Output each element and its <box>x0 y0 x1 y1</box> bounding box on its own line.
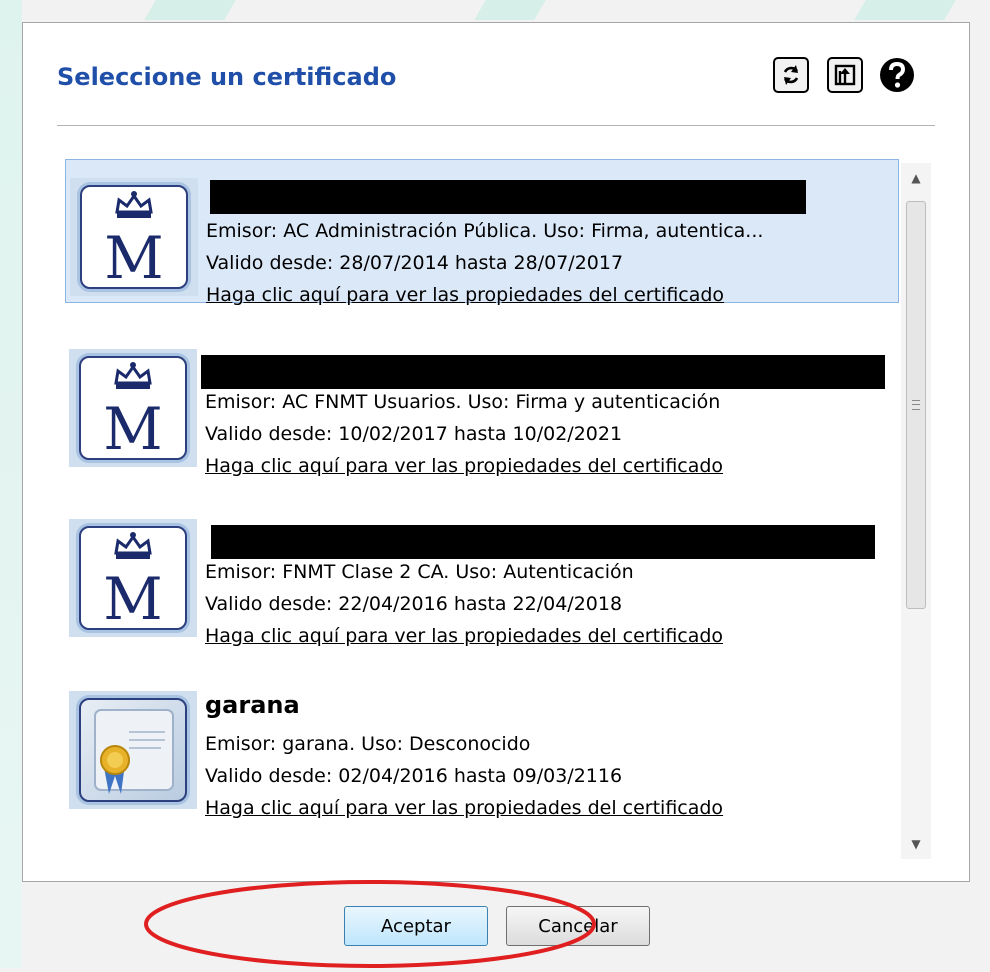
certificate-item[interactable]: garana Emisor: garana. Uso: Desconocido … <box>65 673 899 819</box>
background-shape <box>144 0 236 20</box>
certificate-validity: Valido desde: 10/02/2017 hasta 10/02/202… <box>205 423 623 445</box>
export-button[interactable] <box>827 57 863 93</box>
svg-text:M: M <box>104 224 163 284</box>
certificate-seal-icon <box>69 691 197 809</box>
dialog-title: Seleccione un certificado <box>57 63 397 91</box>
background-shape <box>854 0 956 20</box>
certificate-issuer-usage: Emisor: AC FNMT Usuarios. Uso: Firma y a… <box>205 391 721 413</box>
redacted-name <box>211 525 875 559</box>
certificate-properties-link[interactable]: Haga clic aquí para ver las propiedades … <box>205 455 723 477</box>
scrollbar-thumb[interactable] <box>906 201 926 609</box>
svg-text:M: M <box>103 565 162 625</box>
svg-text:M: M <box>103 395 162 455</box>
refresh-icon <box>783 65 799 85</box>
certificate-validity: Valido desde: 02/04/2016 hasta 09/03/211… <box>205 765 623 787</box>
certificate-list[interactable]: M Emisor: AC Administración Pública. Uso… <box>57 159 937 859</box>
scroll-down-arrow-icon[interactable]: ▼ <box>901 829 931 859</box>
certificate-item[interactable]: M Emisor: AC Administración Pública. Uso… <box>65 159 899 306</box>
certificate-issuer-usage: Emisor: FNMT Clase 2 CA. Uso: Autenticac… <box>205 561 634 583</box>
vertical-scrollbar[interactable]: ▲ ▼ <box>901 163 931 859</box>
certificate-issuer-usage: Emisor: AC Administración Pública. Uso: … <box>206 220 764 242</box>
royal-crown-m-icon: M <box>69 519 197 637</box>
certificate-item[interactable]: M Emisor: FNMT Clase 2 CA. Uso: Autentic… <box>65 501 899 647</box>
certificate-properties-link[interactable]: Haga clic aquí para ver las propiedades … <box>205 625 723 647</box>
redacted-name <box>201 355 885 389</box>
certificate-issuer-usage: Emisor: garana. Uso: Desconocido <box>205 733 531 755</box>
certificate-properties-link[interactable]: Haga clic aquí para ver las propiedades … <box>205 797 723 819</box>
grip-icon <box>912 400 920 410</box>
certificate-dialog: Seleccione un certificado M Emisor: AC A… <box>22 22 970 882</box>
certificate-properties-link[interactable]: Haga clic aquí para ver las propiedades … <box>206 284 724 306</box>
certificate-validity: Valido desde: 22/04/2016 hasta 22/04/201… <box>205 593 623 615</box>
title-divider <box>57 125 935 126</box>
help-icon <box>880 58 914 92</box>
background-shape <box>474 0 546 20</box>
accept-button[interactable]: Aceptar <box>344 906 488 946</box>
background-panel <box>0 0 22 968</box>
certificate-validity: Valido desde: 28/07/2014 hasta 28/07/201… <box>206 252 624 274</box>
certificate-name: garana <box>205 691 300 719</box>
certificate-item[interactable]: M Emisor: AC FNMT Usuarios. Uso: Firma y… <box>65 331 899 477</box>
royal-crown-m-icon: M <box>70 178 198 296</box>
cancel-button[interactable]: Cancelar <box>506 906 650 946</box>
help-button[interactable] <box>879 57 915 93</box>
scroll-up-arrow-icon[interactable]: ▲ <box>901 163 931 193</box>
refresh-button[interactable] <box>773 57 809 93</box>
royal-crown-m-icon: M <box>69 349 197 467</box>
redacted-name <box>210 180 806 214</box>
export-icon <box>834 64 856 86</box>
